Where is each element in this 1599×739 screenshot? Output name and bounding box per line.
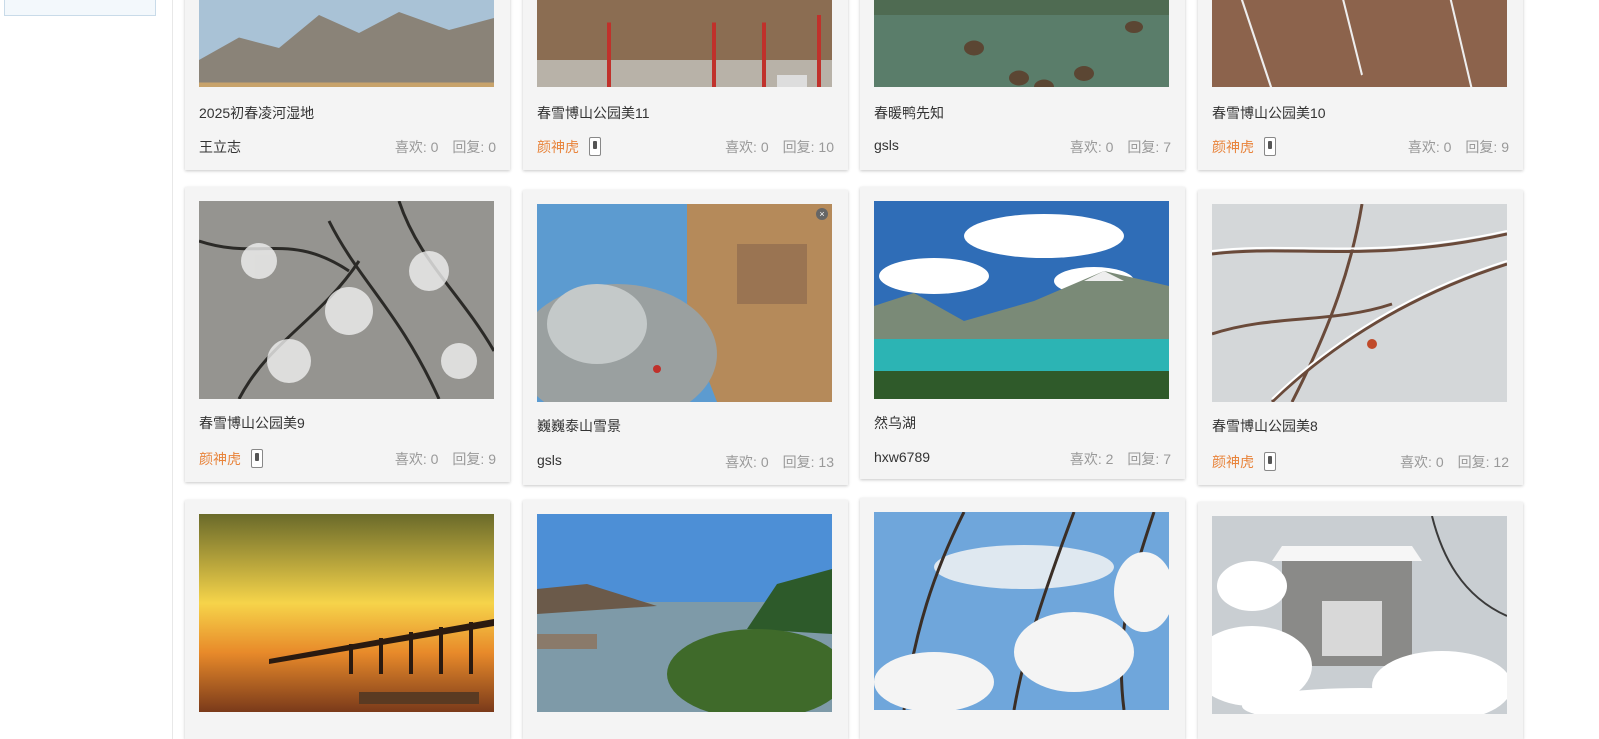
left-sidebar xyxy=(0,0,173,739)
vip-medal-icon xyxy=(589,137,601,156)
card-meta: 颜神虎 喜欢: 0 回复: 10 xyxy=(537,137,834,157)
photo-thumbnail[interactable] xyxy=(1212,0,1507,87)
likes-label: 喜欢: xyxy=(394,139,431,155)
likes-count: 0 xyxy=(1443,139,1452,155)
author-link[interactable]: 颜神虎 xyxy=(1212,452,1254,472)
likes-count: 2 xyxy=(1105,451,1114,467)
photo-thumbnail[interactable] xyxy=(537,0,832,87)
card-title[interactable]: 巍巍泰山雪景 xyxy=(537,416,621,436)
photo-thumbnail[interactable] xyxy=(537,514,832,712)
vip-medal-icon xyxy=(1264,137,1276,156)
author-link[interactable]: 王立志 xyxy=(199,137,241,157)
likes-count: 0 xyxy=(430,451,439,467)
likes-label: 喜欢: xyxy=(1069,451,1106,467)
likes-count: 0 xyxy=(760,454,769,470)
card-stats: 喜欢: 0 回复: 13 xyxy=(725,452,834,472)
card-stats: 喜欢: 0 回复: 10 xyxy=(725,137,834,157)
photo-thumbnail[interactable] xyxy=(199,514,494,712)
author-link[interactable]: 颜神虎 xyxy=(1212,137,1254,157)
close-icon[interactable]: × xyxy=(816,208,828,220)
likes-label: 喜欢: xyxy=(725,139,761,155)
photo-thumbnail[interactable] xyxy=(199,0,494,87)
card-meta: 颜神虎 喜欢: 0 回复: 12 xyxy=(1212,452,1509,472)
replies-label: 回复: xyxy=(782,139,819,155)
replies-count: 12 xyxy=(1493,454,1509,470)
replies-label: 回复: xyxy=(452,451,489,467)
replies-count: 10 xyxy=(818,139,834,155)
card-title[interactable]: 春雪博山公园美11 xyxy=(537,103,650,123)
photo-card[interactable]: 春暖鸭先知 gsls 喜欢: 0 回复: 7 xyxy=(860,0,1185,170)
photo-card[interactable] xyxy=(523,500,848,739)
replies-label: 回复: xyxy=(452,139,489,155)
card-stats: 喜欢: 2 回复: 7 xyxy=(1070,449,1171,469)
likes-count: 0 xyxy=(1105,139,1114,155)
photo-thumbnail[interactable] xyxy=(874,512,1169,710)
card-title[interactable]: 春暖鸭先知 xyxy=(874,103,944,123)
likes-label: 喜欢: xyxy=(725,454,761,470)
photo-thumbnail[interactable] xyxy=(1212,516,1507,714)
likes-label: 喜欢: xyxy=(394,451,431,467)
photo-thumbnail[interactable] xyxy=(199,201,494,399)
photo-card[interactable]: 春雪博山公园美8 颜神虎 喜欢: 0 回复: 12 xyxy=(1198,190,1523,485)
card-stats: 喜欢: 0 回复: 12 xyxy=(1400,452,1509,472)
replies-count: 0 xyxy=(488,139,496,155)
photo-thumbnail[interactable] xyxy=(874,201,1169,399)
card-title[interactable]: 春雪博山公园美8 xyxy=(1212,416,1318,436)
replies-label: 回复: xyxy=(1127,451,1164,467)
photo-thumbnail[interactable]: × xyxy=(537,204,832,402)
card-stats: 喜欢: 0 回复: 0 xyxy=(395,137,496,157)
author-link[interactable]: 颜神虎 xyxy=(199,449,241,469)
replies-count: 7 xyxy=(1163,451,1171,467)
likes-count: 0 xyxy=(1435,454,1444,470)
replies-label: 回复: xyxy=(1457,454,1494,470)
card-meta: gsls 喜欢: 0 回复: 13 xyxy=(537,452,834,472)
replies-count: 9 xyxy=(1501,139,1509,155)
photo-thumbnail[interactable] xyxy=(874,0,1169,87)
replies-label: 回复: xyxy=(1465,139,1502,155)
card-meta: gsls 喜欢: 0 回复: 7 xyxy=(874,137,1171,157)
photo-card[interactable]: × 巍巍泰山雪景 gsls 喜欢: 0 回复: 13 xyxy=(523,190,848,485)
replies-label: 回复: xyxy=(1127,139,1164,155)
card-stats: 喜欢: 0 回复: 7 xyxy=(1070,137,1171,157)
vip-medal-icon xyxy=(1264,452,1276,471)
author-link[interactable]: hxw6789 xyxy=(874,449,930,465)
photo-card[interactable]: 春雪博山公园美9 颜神虎 喜欢: 0 回复: 9 xyxy=(185,187,510,482)
card-stats: 喜欢: 0 回复: 9 xyxy=(1408,137,1509,157)
photo-card[interactable]: 然乌湖 hxw6789 喜欢: 2 回复: 7 xyxy=(860,187,1185,479)
likes-count: 0 xyxy=(430,139,439,155)
photo-thumbnail[interactable] xyxy=(1212,204,1507,402)
photo-card[interactable] xyxy=(185,500,510,739)
replies-count: 9 xyxy=(488,451,496,467)
card-meta: 王立志 喜欢: 0 回复: 0 xyxy=(199,137,496,157)
card-meta: 颜神虎 喜欢: 0 回复: 9 xyxy=(1212,137,1509,157)
card-stats: 喜欢: 0 回复: 9 xyxy=(395,449,496,469)
card-meta: hxw6789 喜欢: 2 回复: 7 xyxy=(874,449,1171,469)
photo-card[interactable]: 春雪博山公园美10 颜神虎 喜欢: 0 回复: 9 xyxy=(1198,0,1523,170)
card-title[interactable]: 2025初春凌河湿地 xyxy=(199,103,314,123)
sidebar-search-box[interactable] xyxy=(4,0,156,16)
photo-card[interactable] xyxy=(1198,502,1523,739)
card-title[interactable]: 然乌湖 xyxy=(874,413,916,433)
replies-label: 回复: xyxy=(782,454,819,470)
likes-label: 喜欢: xyxy=(1400,454,1436,470)
card-meta: 颜神虎 喜欢: 0 回复: 9 xyxy=(199,449,496,469)
photo-card[interactable]: 2025初春凌河湿地 王立志 喜欢: 0 回复: 0 xyxy=(185,0,510,170)
author-link[interactable]: gsls xyxy=(537,452,562,468)
author-link[interactable]: gsls xyxy=(874,137,899,153)
photo-card[interactable] xyxy=(860,498,1185,739)
card-title[interactable]: 春雪博山公园美10 xyxy=(1212,103,1326,123)
vip-medal-icon xyxy=(251,449,263,468)
author-link[interactable]: 颜神虎 xyxy=(537,137,579,157)
likes-label: 喜欢: xyxy=(1407,139,1444,155)
likes-label: 喜欢: xyxy=(1069,139,1106,155)
replies-count: 13 xyxy=(818,454,834,470)
photo-card[interactable]: 春雪博山公园美11 颜神虎 喜欢: 0 回复: 10 xyxy=(523,0,848,170)
card-title[interactable]: 春雪博山公园美9 xyxy=(199,413,305,433)
likes-count: 0 xyxy=(760,139,769,155)
replies-count: 7 xyxy=(1163,139,1171,155)
